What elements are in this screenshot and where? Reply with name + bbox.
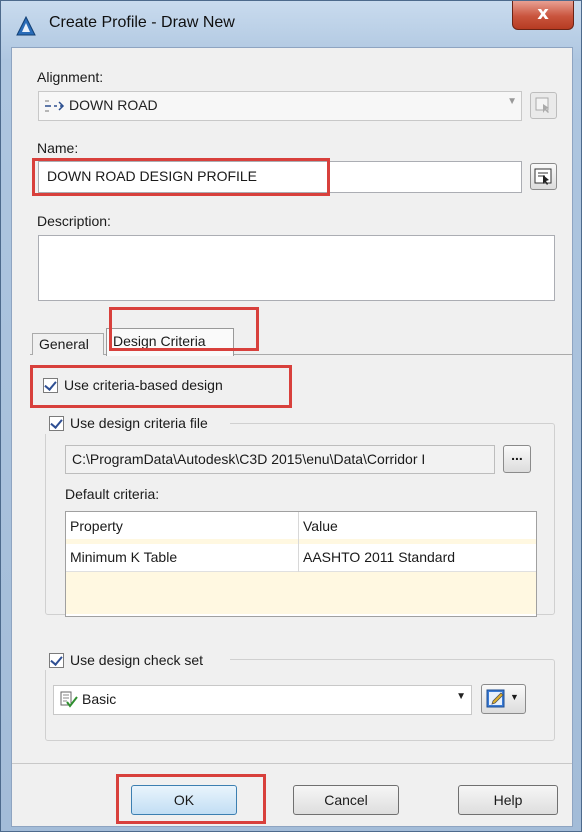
- default-criteria-label: Default criteria:: [65, 486, 160, 502]
- name-label: Name:: [37, 140, 79, 156]
- design-check-set-select[interactable]: Basic ▼: [53, 685, 472, 715]
- default-criteria-table: Property Value Minimum K Table AASHTO 20…: [65, 511, 537, 617]
- pick-from-drawing-icon: [535, 97, 549, 113]
- civil3d-app-icon: [16, 15, 36, 36]
- name-highlight-box: [32, 158, 330, 196]
- tab-general[interactable]: General: [32, 333, 104, 355]
- table-header-property[interactable]: Property: [70, 518, 123, 534]
- table-header-value[interactable]: Value: [303, 518, 338, 534]
- name-template-button[interactable]: [530, 163, 557, 190]
- description-label: Description:: [37, 213, 111, 229]
- criteria-file-path-field[interactable]: C:\ProgramData\Autodesk\C3D 2015\enu\Dat…: [65, 445, 495, 474]
- chevron-down-icon: ▼: [456, 691, 466, 702]
- ok-button-highlight-box: [116, 774, 266, 824]
- cancel-button[interactable]: Cancel: [293, 785, 399, 815]
- table-header-row: Property Value: [66, 512, 536, 540]
- check-set-icon: [60, 691, 78, 708]
- criteria-file-path-value: C:\ProgramData\Autodesk\C3D 2015\enu\Dat…: [72, 451, 426, 467]
- close-button[interactable]: x: [512, 1, 574, 30]
- use-design-criteria-file-checkbox[interactable]: [49, 416, 64, 431]
- chevron-down-icon: ▼: [510, 692, 519, 702]
- help-button[interactable]: Help: [458, 785, 558, 815]
- edit-pencil-icon: [486, 689, 505, 708]
- window-title: Create Profile - Draw New: [49, 14, 235, 31]
- use-design-check-set-checkbox[interactable]: [49, 653, 64, 668]
- table-row[interactable]: Minimum K Table AASHTO 2011 Standard: [66, 544, 536, 572]
- edit-name-template-icon: [534, 168, 552, 185]
- description-input[interactable]: [38, 235, 555, 301]
- alignment-label: Alignment:: [37, 69, 104, 85]
- title-bar[interactable]: Create Profile - Draw New x: [1, 1, 581, 47]
- table-cell-property: Minimum K Table: [70, 549, 178, 565]
- pick-alignment-button[interactable]: [530, 92, 557, 119]
- browse-criteria-file-button[interactable]: ...: [503, 445, 531, 473]
- edit-check-set-button[interactable]: ▼: [481, 684, 526, 714]
- criteria-based-design-highlight-box: [30, 365, 292, 408]
- table-cell-value[interactable]: AASHTO 2011 Standard: [303, 549, 455, 565]
- alignment-select[interactable]: DOWN ROAD ▼: [38, 91, 522, 121]
- design-criteria-tab-highlight-box: [109, 307, 259, 351]
- alignment-value: DOWN ROAD: [69, 97, 158, 113]
- use-design-check-set-label: Use design check set: [70, 652, 204, 668]
- design-check-set-value: Basic: [82, 691, 117, 707]
- alignment-icon: [45, 100, 65, 112]
- table-empty-area: [66, 572, 536, 614]
- dialog-client-area: Alignment: DOWN ROAD ▼ Name: DOWN ROAD D…: [11, 47, 573, 827]
- chevron-down-icon: ▼: [507, 96, 517, 107]
- dialog-window: Create Profile - Draw New x Alignment: D…: [0, 0, 582, 832]
- use-design-criteria-file-label: Use design criteria file: [70, 415, 208, 431]
